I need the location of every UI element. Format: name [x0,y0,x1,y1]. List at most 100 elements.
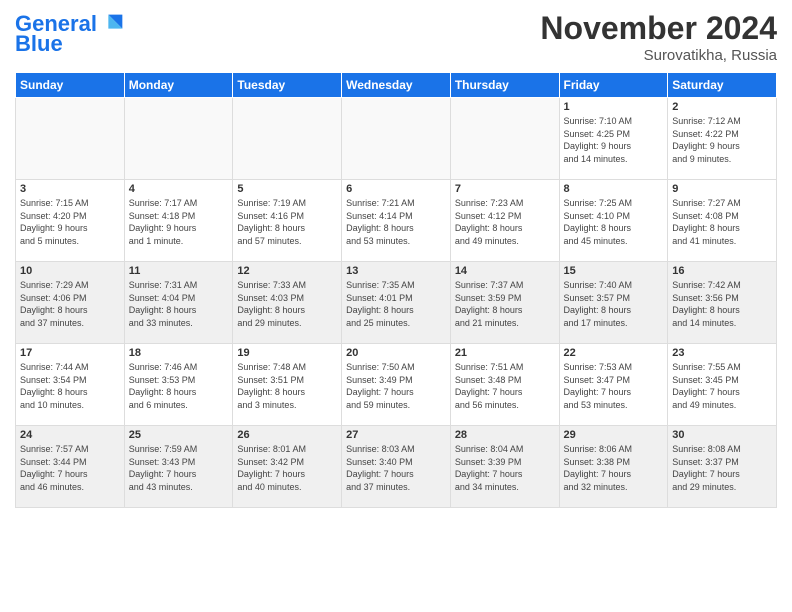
day-info: Sunrise: 7:50 AM Sunset: 3:49 PM Dayligh… [346,361,446,411]
day-number: 5 [237,183,337,195]
calendar-day-cell: 25 Sunrise: 7:59 AM Sunset: 3:43 PM Dayli… [124,426,233,508]
calendar-day-cell: 3 Sunrise: 7:15 AM Sunset: 4:20 PM Daylig… [16,180,125,262]
day-number: 20 [346,347,446,359]
calendar-day-cell: 12Sunrise: 7:33 AM Sunset: 4:03 PM Dayli… [233,262,342,344]
calendar-day-cell: 1Sunrise: 7:10 AM Sunset: 4:25 PM Daylig… [559,98,668,180]
calendar-day-header: Friday [559,73,668,98]
day-info: Sunrise: 7:37 AM Sunset: 3:59 PM Dayligh… [455,279,555,329]
calendar-day-cell: 13 Sunrise: 7:35 AM Sunset: 4:01 PM Dayli… [342,262,451,344]
day-number: 2 [672,101,772,113]
calendar-day-cell: 9Sunrise: 7:27 AM Sunset: 4:08 PM Daylig… [668,180,777,262]
logo-icon [99,10,127,38]
calendar-week-row: 17Sunrise: 7:44 AM Sunset: 3:54 PM Dayli… [16,344,777,426]
day-info: Sunrise: 7:27 AM Sunset: 4:08 PM Dayligh… [672,197,772,247]
day-info: Sunrise: 7:44 AM Sunset: 3:54 PM Dayligh… [20,361,120,411]
day-info: Sunrise: 8:01 AM Sunset: 3:42 PM Dayligh… [237,443,337,493]
day-info: Sunrise: 7:29 AM Sunset: 4:06 PM Dayligh… [20,279,120,329]
day-info: Sunrise: 7:15 AM Sunset: 4:20 PM Dayligh… [20,197,120,247]
calendar-day-cell: 29 Sunrise: 8:06 AM Sunset: 3:38 PM Dayli… [559,426,668,508]
logo-text-blue: Blue [15,32,63,56]
day-info: Sunrise: 7:48 AM Sunset: 3:51 PM Dayligh… [237,361,337,411]
day-number: 13 [346,265,446,277]
day-number: 23 [672,347,772,359]
day-info: Sunrise: 7:19 AM Sunset: 4:16 PM Dayligh… [237,197,337,247]
day-info: Sunrise: 7:23 AM Sunset: 4:12 PM Dayligh… [455,197,555,247]
calendar-day-cell: 22 Sunrise: 7:53 AM Sunset: 3:47 PM Dayli… [559,344,668,426]
day-info: Sunrise: 7:46 AM Sunset: 3:53 PM Dayligh… [129,361,229,411]
calendar-table: SundayMondayTuesdayWednesdayThursdayFrid… [15,72,777,508]
calendar-day-cell: 20 Sunrise: 7:50 AM Sunset: 3:49 PM Dayli… [342,344,451,426]
calendar-day-header: Sunday [16,73,125,98]
calendar-day-cell: 8Sunrise: 7:25 AM Sunset: 4:10 PM Daylig… [559,180,668,262]
calendar-day-cell: 6 Sunrise: 7:21 AM Sunset: 4:14 PM Daylig… [342,180,451,262]
day-number: 3 [20,183,120,195]
calendar-day-header: Monday [124,73,233,98]
calendar-day-cell: 4Sunrise: 7:17 AM Sunset: 4:18 PM Daylig… [124,180,233,262]
calendar-header-row: SundayMondayTuesdayWednesdayThursdayFrid… [16,73,777,98]
day-info: Sunrise: 7:10 AM Sunset: 4:25 PM Dayligh… [564,115,664,165]
header: General Blue November 2024 Surovatikha, … [15,10,777,64]
calendar-day-cell: 11Sunrise: 7:31 AM Sunset: 4:04 PM Dayli… [124,262,233,344]
calendar-day-cell: 15Sunrise: 7:40 AM Sunset: 3:57 PM Dayli… [559,262,668,344]
day-info: Sunrise: 7:51 AM Sunset: 3:48 PM Dayligh… [455,361,555,411]
calendar-day-header: Saturday [668,73,777,98]
calendar-day-cell: 2 Sunrise: 7:12 AM Sunset: 4:22 PM Daylig… [668,98,777,180]
calendar-day-cell: 26 Sunrise: 8:01 AM Sunset: 3:42 PM Dayli… [233,426,342,508]
calendar-day-cell: 23 Sunrise: 7:55 AM Sunset: 3:45 PM Dayli… [668,344,777,426]
calendar-day-cell: 24 Sunrise: 7:57 AM Sunset: 3:44 PM Dayli… [16,426,125,508]
day-info: Sunrise: 7:35 AM Sunset: 4:01 PM Dayligh… [346,279,446,329]
day-info: Sunrise: 7:33 AM Sunset: 4:03 PM Dayligh… [237,279,337,329]
calendar-day-header: Thursday [450,73,559,98]
day-number: 6 [346,183,446,195]
calendar-day-cell: 16Sunrise: 7:42 AM Sunset: 3:56 PM Dayli… [668,262,777,344]
calendar-day-header: Wednesday [342,73,451,98]
day-number: 30 [672,429,772,441]
day-info: Sunrise: 7:53 AM Sunset: 3:47 PM Dayligh… [564,361,664,411]
calendar-day-cell [342,98,451,180]
calendar-day-cell [16,98,125,180]
day-info: Sunrise: 7:55 AM Sunset: 3:45 PM Dayligh… [672,361,772,411]
calendar-day-cell: 17Sunrise: 7:44 AM Sunset: 3:54 PM Dayli… [16,344,125,426]
day-number: 29 [564,429,664,441]
calendar-day-cell: 27Sunrise: 8:03 AM Sunset: 3:40 PM Dayli… [342,426,451,508]
day-number: 11 [129,265,229,277]
day-number: 26 [237,429,337,441]
month-title: November 2024 [540,10,777,47]
day-number: 22 [564,347,664,359]
calendar-day-cell [124,98,233,180]
day-info: Sunrise: 8:08 AM Sunset: 3:37 PM Dayligh… [672,443,772,493]
day-number: 15 [564,265,664,277]
calendar-week-row: 24 Sunrise: 7:57 AM Sunset: 3:44 PM Dayli… [16,426,777,508]
day-info: Sunrise: 7:59 AM Sunset: 3:43 PM Dayligh… [129,443,229,493]
calendar-day-cell: 18Sunrise: 7:46 AM Sunset: 3:53 PM Dayli… [124,344,233,426]
day-info: Sunrise: 7:21 AM Sunset: 4:14 PM Dayligh… [346,197,446,247]
title-section: November 2024 Surovatikha, Russia [540,10,777,64]
day-info: Sunrise: 7:57 AM Sunset: 3:44 PM Dayligh… [20,443,120,493]
calendar-day-cell: 7 Sunrise: 7:23 AM Sunset: 4:12 PM Daylig… [450,180,559,262]
calendar-day-cell: 28 Sunrise: 8:04 AM Sunset: 3:39 PM Dayli… [450,426,559,508]
day-number: 19 [237,347,337,359]
day-number: 25 [129,429,229,441]
calendar-day-cell [233,98,342,180]
day-number: 28 [455,429,555,441]
logo: General Blue [15,10,127,56]
calendar-day-cell: 14 Sunrise: 7:37 AM Sunset: 3:59 PM Dayli… [450,262,559,344]
page-container: General Blue November 2024 Surovatikha, … [0,0,792,518]
calendar-day-cell: 30 Sunrise: 8:08 AM Sunset: 3:37 PM Dayli… [668,426,777,508]
day-info: Sunrise: 7:12 AM Sunset: 4:22 PM Dayligh… [672,115,772,165]
day-number: 16 [672,265,772,277]
day-info: Sunrise: 8:04 AM Sunset: 3:39 PM Dayligh… [455,443,555,493]
day-number: 21 [455,347,555,359]
calendar-day-cell: 10Sunrise: 7:29 AM Sunset: 4:06 PM Dayli… [16,262,125,344]
calendar-day-cell: 19 Sunrise: 7:48 AM Sunset: 3:51 PM Dayli… [233,344,342,426]
calendar-day-cell: 5 Sunrise: 7:19 AM Sunset: 4:16 PM Daylig… [233,180,342,262]
day-number: 8 [564,183,664,195]
calendar-day-cell: 21 Sunrise: 7:51 AM Sunset: 3:48 PM Dayli… [450,344,559,426]
day-info: Sunrise: 8:06 AM Sunset: 3:38 PM Dayligh… [564,443,664,493]
day-info: Sunrise: 7:17 AM Sunset: 4:18 PM Dayligh… [129,197,229,247]
day-number: 7 [455,183,555,195]
day-number: 14 [455,265,555,277]
day-number: 24 [20,429,120,441]
location-subtitle: Surovatikha, Russia [540,47,777,64]
calendar-week-row: 1Sunrise: 7:10 AM Sunset: 4:25 PM Daylig… [16,98,777,180]
